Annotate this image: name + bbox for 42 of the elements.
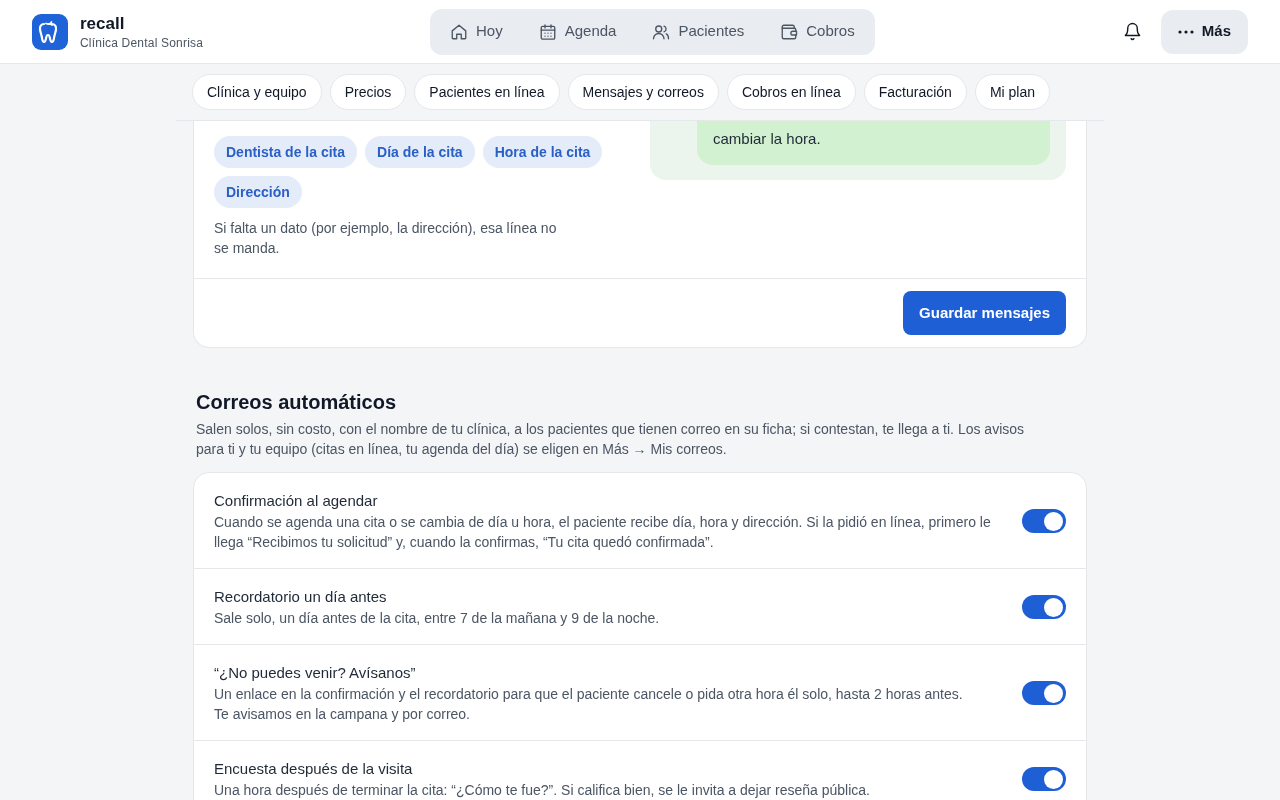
- nav-tab[interactable]: Agenda: [522, 12, 633, 51]
- users-icon: [652, 22, 671, 41]
- wallet-icon: [780, 22, 799, 41]
- more-dots-icon: [1177, 29, 1194, 34]
- setting-title: “¿No puedes venir? Avísanos”: [214, 663, 417, 683]
- save-button[interactable]: Guardar mensajes: [903, 291, 1066, 335]
- section-tab[interactable]: Precios: [329, 74, 407, 110]
- section-title: Correos automáticos: [196, 390, 398, 415]
- home-icon: [450, 22, 468, 41]
- setting-title: Recordatorio un día antes: [214, 587, 388, 607]
- brand-name: recall: [80, 12, 126, 35]
- tooth-logo-icon[interactable]: [32, 13, 68, 50]
- setting-title: Encuesta después de la visita: [214, 759, 414, 779]
- clinic-name: Clínica Dental Sonrisa: [80, 34, 204, 51]
- nav-tab[interactable]: Hoy: [434, 12, 519, 51]
- section-description: Salen solos, sin costo, con el nombre de tu clínica, a los pacientes que tienen correo en su ficha; si contestan, te llega a ti. Los avisos para ti y tu equipo (citas en línea, tu agenda del día) se eligen en Más → Mis correos.: [196, 420, 1026, 459]
- message-bubble: cambiar la hora.: [697, 121, 1050, 165]
- section-tab[interactable]: Pacientes en línea: [414, 74, 560, 110]
- setting-description: Cuando se agenda una cita o se cambia de día u hora, el paciente recibe día, hora y dirección. Si la pidió en línea, primero le llega “Recibimos tu solicitud” y, cuando la confirmas, “Tu cita quedó confirmada”.: [214, 513, 992, 552]
- toggle-switch[interactable]: [1022, 681, 1066, 705]
- variable-chip[interactable]: Hora de la cita: [482, 136, 603, 168]
- setting-description: Un enlace en la confirmación y el recordatorio para que el paciente cancele o pida otra hora él solo, hasta 2 horas antes. Te avisamos en la campana y por correo.: [214, 685, 964, 724]
- variable-chip[interactable]: Dirección: [214, 176, 302, 208]
- setting-title: Confirmación al agendar: [214, 491, 379, 511]
- setting-description: Una hora después de terminar la cita: “¿Cómo te fue?”. Si califica bien, se le invita a dejar reseña pública.: [214, 781, 871, 800]
- toggle-switch[interactable]: [1022, 595, 1066, 619]
- setting-description: Sale solo, un día antes de la cita, entre 7 de la mañana y 9 de la noche.: [214, 609, 661, 628]
- section-tab[interactable]: Mensajes y correos: [567, 74, 719, 110]
- section-tab[interactable]: Facturación: [863, 74, 967, 110]
- bell-icon[interactable]: [1123, 22, 1143, 41]
- section-tab[interactable]: Cobros en línea: [726, 74, 856, 110]
- more-button[interactable]: Más: [1160, 9, 1248, 54]
- variable-chip[interactable]: Dentista de la cita: [214, 136, 358, 168]
- section-tab[interactable]: Mi plan: [974, 74, 1051, 110]
- section-tab[interactable]: Clínica y equipo: [192, 74, 322, 110]
- nav-tab[interactable]: Cobros: [764, 12, 871, 51]
- toggle-switch[interactable]: [1022, 767, 1066, 791]
- variable-chip[interactable]: Día de la cita: [365, 136, 475, 168]
- calendar-icon: [538, 22, 557, 41]
- note-text: Si falta un dato (por ejemplo, la dirección), esa línea no se manda.: [214, 219, 558, 258]
- toggle-switch[interactable]: [1022, 509, 1066, 533]
- nav-tab[interactable]: Pacientes: [636, 12, 761, 51]
